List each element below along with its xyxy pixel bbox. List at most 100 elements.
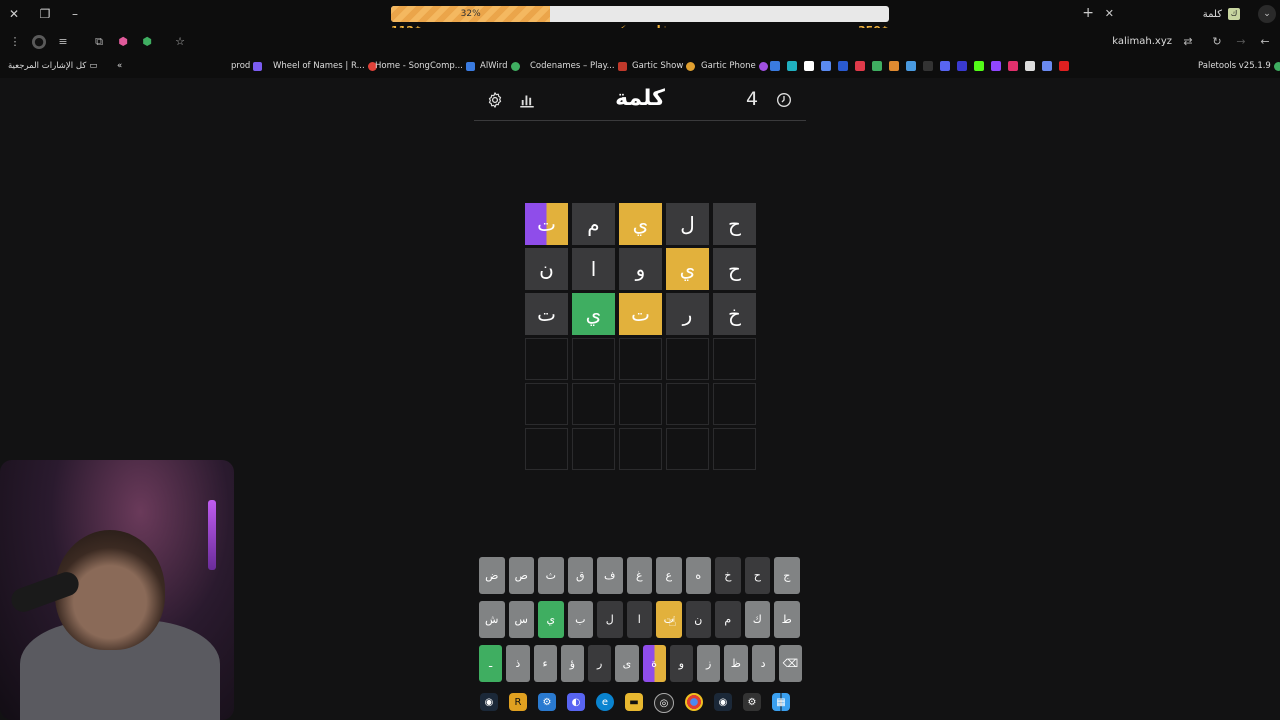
- bookmark-icon[interactable]: [787, 61, 797, 71]
- bookmark-wheel-of-names[interactable]: Wheel of Names | R...: [273, 61, 377, 71]
- restore-window-icon[interactable]: ❐: [37, 6, 53, 22]
- bookmark-all[interactable]: كل الإشارات المرجعية ▭: [8, 61, 97, 71]
- bookmark-icon[interactable]: [991, 61, 1001, 71]
- steam-icon[interactable]: ◉: [480, 693, 498, 711]
- keyboard-key[interactable]: ل: [597, 601, 623, 638]
- enter-key[interactable]: ـ: [479, 645, 503, 682]
- profile-avatar-icon[interactable]: ●: [32, 35, 46, 49]
- bookmark-icon[interactable]: [957, 61, 967, 71]
- bookmark-icon[interactable]: [872, 61, 882, 71]
- bookmark-paletools[interactable]: Paletools v25.1.9: [1198, 61, 1280, 71]
- bookmark-label: Home - SongComp...: [375, 61, 463, 71]
- keyboard-key[interactable]: ه: [685, 557, 711, 594]
- bookmark-icon[interactable]: [821, 61, 831, 71]
- forward-arrow-icon[interactable]: →: [1234, 35, 1248, 49]
- bookmark-star-icon[interactable]: ☆: [173, 35, 187, 49]
- bookmark-songcomp[interactable]: Home - SongComp...: [375, 61, 475, 71]
- url-text[interactable]: kalimah.xyz: [1112, 36, 1172, 47]
- tab-search-icon[interactable]: ⌄: [1258, 5, 1276, 23]
- keyboard-key[interactable]: ب: [567, 601, 593, 638]
- app-blue-icon[interactable]: ⚙: [538, 693, 556, 711]
- keyboard-key[interactable]: ك: [744, 601, 770, 638]
- bookmark-icon[interactable]: [906, 61, 916, 71]
- site-settings-icon[interactable]: ⇄: [1181, 35, 1195, 49]
- extension-green-icon[interactable]: ⬢: [140, 35, 154, 49]
- keyboard-key[interactable]: ط: [774, 601, 800, 638]
- bookmark-gartic-phone[interactable]: Gartic Phone: [701, 61, 768, 71]
- keyboard-key[interactable]: ي: [538, 601, 564, 638]
- game-board: تميلحناويحتيترخ: [525, 203, 756, 470]
- reading-list-icon[interactable]: ≡: [56, 35, 70, 49]
- menu-dots-icon[interactable]: ⋮: [8, 35, 22, 49]
- keyboard-key[interactable]: ة: [642, 645, 666, 682]
- bookmark-icon[interactable]: [770, 61, 780, 71]
- progress-percent: 32%: [460, 9, 481, 19]
- bookmark-icon[interactable]: [974, 61, 984, 71]
- board-tile: [666, 338, 709, 380]
- keyboard-key[interactable]: ف: [597, 557, 623, 594]
- folder-icon: ▭: [89, 61, 98, 71]
- keyboard-key[interactable]: ق: [567, 557, 593, 594]
- keyboard-row: ـ ذ ء ؤ ر ى ة و ز ظ د ⌫: [479, 645, 802, 682]
- keyboard-key[interactable]: ص: [508, 557, 534, 594]
- bookmark-icon[interactable]: [855, 61, 865, 71]
- bookmark-icon[interactable]: [1059, 61, 1069, 71]
- app-r-icon[interactable]: R: [509, 693, 527, 711]
- bookmark-icon[interactable]: [838, 61, 848, 71]
- timer-value: 4: [746, 88, 759, 110]
- keyboard-key[interactable]: ظ: [724, 645, 748, 682]
- bookmark-icon[interactable]: [889, 61, 899, 71]
- keyboard-key[interactable]: ز: [697, 645, 721, 682]
- keyboard-key[interactable]: م: [715, 601, 741, 638]
- bookmark-prod[interactable]: prod: [231, 61, 263, 71]
- chrome-icon[interactable]: [685, 693, 703, 711]
- keyboard-key[interactable]: ر: [588, 645, 612, 682]
- board-tile: [525, 338, 568, 380]
- game-header: كلمة 4: [474, 84, 806, 121]
- bookmark-alwird[interactable]: AlWird: [480, 61, 520, 71]
- extension-shield-icon[interactable]: ⬢: [116, 35, 130, 49]
- file-explorer-icon[interactable]: ▬: [625, 693, 643, 711]
- keyboard-key[interactable]: س: [508, 601, 534, 638]
- keyboard-key[interactable]: ج: [774, 557, 800, 594]
- backspace-key[interactable]: ⌫: [778, 645, 802, 682]
- timer-clock-icon[interactable]: [776, 92, 792, 108]
- reload-icon[interactable]: ↻: [1210, 35, 1224, 49]
- keyboard-key[interactable]: ء: [533, 645, 557, 682]
- steam-alt-icon[interactable]: ◉: [714, 693, 732, 711]
- bookmark-label: prod: [231, 61, 251, 71]
- close-window-icon[interactable]: ✕: [6, 6, 22, 22]
- keyboard-key[interactable]: ى: [615, 645, 639, 682]
- bookmark-icon[interactable]: [1025, 61, 1035, 71]
- extensions-icon[interactable]: ⧉: [92, 35, 106, 49]
- bookmark-icon[interactable]: [940, 61, 950, 71]
- keyboard-key[interactable]: ذ: [506, 645, 530, 682]
- bookmark-gartic-show[interactable]: Gartic Show: [632, 61, 696, 71]
- keyboard-key[interactable]: و: [669, 645, 693, 682]
- browser-tab[interactable]: كلمة ك: [1090, 3, 1240, 25]
- windows-start-icon[interactable]: ▦: [772, 693, 790, 711]
- keyboard-key[interactable]: ؤ: [560, 645, 584, 682]
- bookmark-codenames[interactable]: Codenames – Play...: [530, 61, 627, 71]
- keyboard-key[interactable]: ث: [538, 557, 564, 594]
- keyboard-key[interactable]: ش: [479, 601, 505, 638]
- keyboard-key[interactable]: ا: [626, 601, 652, 638]
- keyboard-key[interactable]: خ: [715, 557, 741, 594]
- bookmark-icon[interactable]: [923, 61, 933, 71]
- settings-icon[interactable]: ⚙: [743, 693, 761, 711]
- keyboard-key[interactable]: ن: [685, 601, 711, 638]
- keyboard-key[interactable]: ح: [744, 557, 770, 594]
- back-arrow-icon[interactable]: ←: [1258, 35, 1272, 49]
- bookmark-icon[interactable]: [1042, 61, 1052, 71]
- bookmark-icon[interactable]: [804, 61, 814, 71]
- bookmark-icon[interactable]: [1008, 61, 1018, 71]
- minimize-window-icon[interactable]: –: [67, 6, 83, 22]
- keyboard-key[interactable]: ع: [656, 557, 682, 594]
- obs-icon[interactable]: ◎: [654, 693, 674, 713]
- keyboard-key[interactable]: ض: [479, 557, 505, 594]
- discord-icon[interactable]: ◐: [567, 693, 585, 711]
- edge-icon[interactable]: e: [596, 693, 614, 711]
- keyboard-key[interactable]: د: [751, 645, 775, 682]
- bookmarks-overflow-icon[interactable]: «: [117, 61, 122, 71]
- keyboard-key[interactable]: غ: [626, 557, 652, 594]
